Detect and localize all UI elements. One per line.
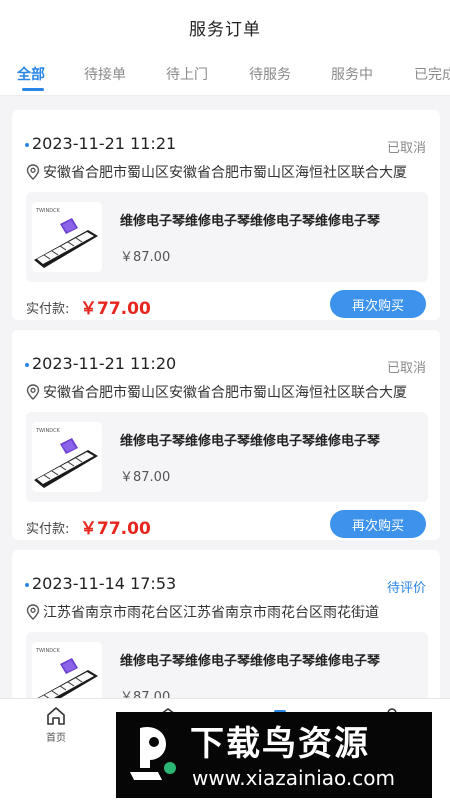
order-status: 待评价 [386, 581, 426, 596]
product-row[interactable]: TWINDCK 维修电子琴维修电子琴维修电子琴维修电子琴 ￥87.00 [26, 632, 428, 700]
order-card[interactable]: 2023-11-21 11:20 已取消 安徽省合肥市蜀山区安徽省合肥市蜀山区海… [12, 330, 440, 540]
order-status: 已取消 [386, 141, 426, 156]
order-status: 已取消 [386, 361, 426, 376]
app-header: 服务订单 [0, 0, 450, 54]
tab-pending-service[interactable]: 待服务 [249, 64, 291, 84]
watermark-banner: 下载鸟资源 www.xiazainiao.com [116, 712, 432, 798]
product-name: 维修电子琴维修电子琴维修电子琴维修电子琴 [120, 654, 381, 669]
thumb-caption: TWINDCK [35, 428, 61, 434]
nav-home-label: 首页 [46, 733, 66, 744]
page-title: 服务订单 [189, 19, 261, 40]
location-pin-icon [26, 384, 40, 400]
product-price: ￥87.00 [120, 250, 171, 265]
order-time: 2023-11-21 11:20 [32, 354, 177, 373]
tab-completed[interactable]: 已完成 [414, 64, 450, 84]
order-address: 安徽省合肥市蜀山区安徽省合肥市蜀山区海恒社区联合大厦 [43, 385, 407, 401]
product-row[interactable]: TWINDCK 维修电子琴维修电子琴维修电子琴维修电子琴 ￥87.00 [26, 192, 428, 282]
tab-pending-visit[interactable]: 待上门 [166, 64, 208, 84]
paid-amount: ￥77.00 [80, 299, 151, 319]
thumb-caption: TWINDCK [35, 208, 61, 214]
active-tab-indicator [22, 88, 44, 91]
thumb-caption: TWINDCK [35, 648, 61, 654]
bullet-dot [25, 363, 29, 367]
home-icon [47, 707, 65, 725]
bird-logo-icon [130, 726, 176, 780]
watermark-title: 下载鸟资源 [190, 724, 370, 764]
buy-again-button[interactable]: 再次购买 [330, 290, 426, 318]
product-row[interactable]: TWINDCK 维修电子琴维修电子琴维修电子琴维修电子琴 ￥87.00 [26, 412, 428, 502]
bullet-dot [25, 583, 29, 587]
order-card[interactable]: 2023-11-21 11:21 已取消 安徽省合肥市蜀山区安徽省合肥市蜀山区海… [12, 110, 440, 320]
watermark-url: www.xiazainiao.com [192, 766, 395, 790]
order-time: 2023-11-14 17:53 [32, 574, 177, 593]
paid-amount: ￥77.00 [80, 519, 151, 539]
buy-again-button[interactable]: 再次购买 [330, 510, 426, 538]
tab-all[interactable]: 全部 [17, 64, 45, 84]
paid-label: 实付款: [26, 302, 70, 317]
paid-label: 实付款: [26, 522, 70, 537]
order-card[interactable]: 2023-11-14 17:53 待评价 江苏省南京市雨花台区江苏省南京市雨花台… [12, 550, 440, 700]
status-tabs: 全部 待接单 待上门 待服务 服务中 已完成 [0, 54, 450, 96]
order-list: 2023-11-21 11:21 已取消 安徽省合肥市蜀山区安徽省合肥市蜀山区海… [0, 96, 450, 700]
location-pin-icon [26, 604, 40, 620]
tab-pending-accept[interactable]: 待接单 [84, 64, 126, 84]
product-price: ￥87.00 [120, 470, 171, 485]
keyboard-thumbnail: TWINDCK [32, 642, 102, 700]
order-address: 江苏省南京市雨花台区江苏省南京市雨花台区雨花街道 [43, 605, 379, 621]
product-name: 维修电子琴维修电子琴维修电子琴维修电子琴 [120, 214, 381, 229]
product-name: 维修电子琴维修电子琴维修电子琴维修电子琴 [120, 434, 381, 449]
bullet-dot [25, 143, 29, 147]
order-address: 安徽省合肥市蜀山区安徽省合肥市蜀山区海恒社区联合大厦 [43, 165, 407, 181]
keyboard-thumbnail: TWINDCK [32, 202, 102, 272]
tab-in-service[interactable]: 服务中 [331, 64, 373, 84]
keyboard-thumbnail: TWINDCK [32, 422, 102, 492]
location-pin-icon [26, 164, 40, 180]
order-time: 2023-11-21 11:21 [32, 134, 177, 153]
nav-home[interactable]: 首页 [26, 705, 86, 744]
